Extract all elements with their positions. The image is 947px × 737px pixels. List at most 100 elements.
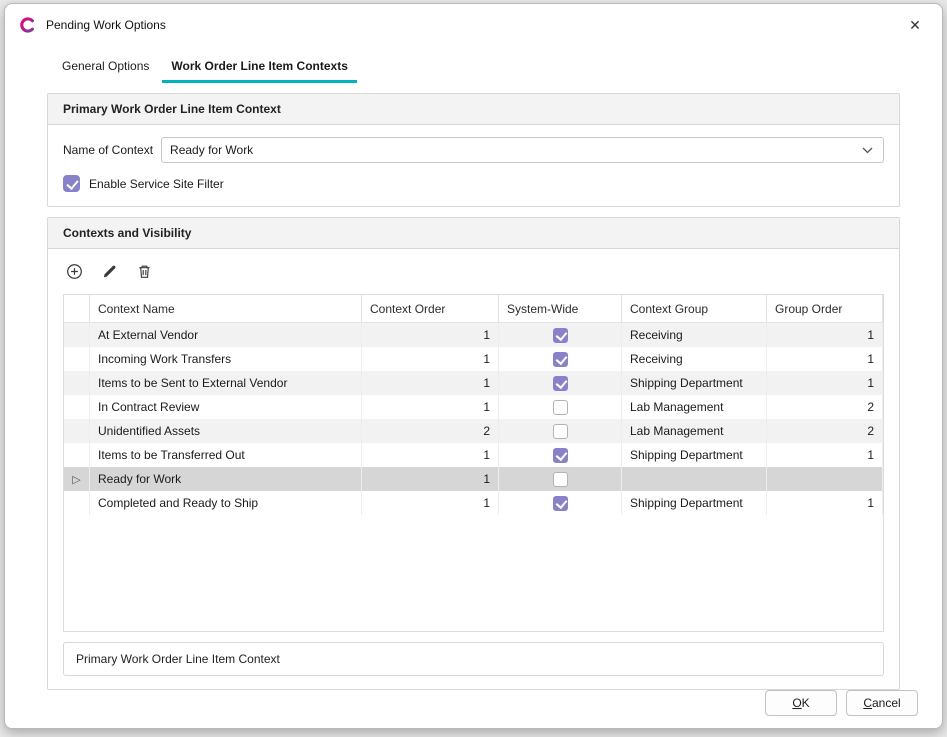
cell-context-name: Items to be Transferred Out: [90, 443, 362, 467]
row-indicator: [64, 371, 90, 395]
contexts-visibility-group: Contexts and Visibility Context Name Con…: [47, 217, 900, 690]
add-icon[interactable]: [65, 262, 83, 280]
cell-context-name: In Contract Review: [90, 395, 362, 419]
cell-system-wide: [499, 371, 622, 395]
cell-system-wide: [499, 467, 622, 491]
cell-context-order: 1: [362, 443, 499, 467]
ok-button[interactable]: OK: [765, 690, 837, 716]
contexts-toolbar: [48, 249, 899, 289]
table-header-row: Context Name Context Order System-Wide C…: [64, 295, 883, 323]
pending-work-options-dialog: Pending Work Options ✕ General Options W…: [4, 3, 943, 729]
cell-context-order: 1: [362, 371, 499, 395]
table-row[interactable]: Unidentified Assets 2 Lab Management 2: [64, 419, 883, 443]
cell-context-order: 1: [362, 491, 499, 515]
cell-system-wide: [499, 419, 622, 443]
app-logo-icon: [19, 16, 37, 34]
system-wide-checkbox[interactable]: [553, 472, 568, 487]
column-header-system-wide[interactable]: System-Wide: [499, 295, 622, 323]
cell-group-order: 1: [767, 323, 883, 347]
cell-context-name: Completed and Ready to Ship: [90, 491, 362, 515]
tab-strip: General Options Work Order Line Item Con…: [5, 46, 942, 83]
cell-context-order: 1: [362, 323, 499, 347]
cell-group-order: 2: [767, 395, 883, 419]
table-row[interactable]: Completed and Ready to Ship 1 Shipping D…: [64, 491, 883, 515]
edit-icon[interactable]: [100, 262, 118, 280]
table-row[interactable]: In Contract Review 1 Lab Management 2: [64, 395, 883, 419]
table-row[interactable]: Items to be Sent to External Vendor 1 Sh…: [64, 371, 883, 395]
cell-context-group: Lab Management: [622, 395, 767, 419]
system-wide-checkbox[interactable]: [553, 352, 568, 367]
cell-group-order: 1: [767, 443, 883, 467]
title-bar: Pending Work Options ✕: [5, 4, 942, 46]
cell-system-wide: [499, 347, 622, 371]
cell-context-group: Shipping Department: [622, 443, 767, 467]
table-row[interactable]: ▷ Ready for Work 1: [64, 467, 883, 491]
column-header-group-order[interactable]: Group Order: [767, 295, 883, 323]
enable-service-site-filter-checkbox[interactable]: [63, 175, 80, 192]
cell-group-order: 1: [767, 491, 883, 515]
cell-system-wide: [499, 443, 622, 467]
contexts-visibility-group-title: Contexts and Visibility: [48, 218, 899, 249]
system-wide-checkbox[interactable]: [553, 328, 568, 343]
cell-system-wide: [499, 323, 622, 347]
column-header-context-name[interactable]: Context Name: [90, 295, 362, 323]
column-header-context-order[interactable]: Context Order: [362, 295, 499, 323]
row-indicator: [64, 323, 90, 347]
cell-group-order: 1: [767, 371, 883, 395]
name-of-context-value: Ready for Work: [170, 143, 253, 157]
cell-context-group: [622, 467, 767, 491]
system-wide-checkbox[interactable]: [553, 376, 568, 391]
cell-context-order: 2: [362, 419, 499, 443]
row-indicator: [64, 395, 90, 419]
tab-general-options[interactable]: General Options: [53, 54, 158, 83]
cell-context-name: Ready for Work: [90, 467, 362, 491]
cell-system-wide: [499, 395, 622, 419]
contexts-table: Context Name Context Order System-Wide C…: [63, 294, 884, 632]
cell-context-group: Receiving: [622, 323, 767, 347]
cell-context-group: Lab Management: [622, 419, 767, 443]
cell-context-name: Incoming Work Transfers: [90, 347, 362, 371]
table-row[interactable]: Incoming Work Transfers 1 Receiving 1: [64, 347, 883, 371]
cell-context-name: Items to be Sent to External Vendor: [90, 371, 362, 395]
cell-context-order: 1: [362, 467, 499, 491]
cell-context-group: Receiving: [622, 347, 767, 371]
cell-system-wide: [499, 491, 622, 515]
window-title: Pending Work Options: [46, 18, 166, 32]
system-wide-checkbox[interactable]: [553, 400, 568, 415]
cell-group-order: [767, 467, 883, 491]
chevron-down-icon: [862, 147, 873, 154]
name-of-context-select[interactable]: Ready for Work: [161, 137, 884, 163]
cell-context-order: 1: [362, 395, 499, 419]
row-indicator: [64, 347, 90, 371]
cell-group-order: 1: [767, 347, 883, 371]
table-row[interactable]: At External Vendor 1 Receiving 1: [64, 323, 883, 347]
row-indicator: ▷: [64, 467, 90, 491]
system-wide-checkbox[interactable]: [553, 448, 568, 463]
cell-context-name: At External Vendor: [90, 323, 362, 347]
primary-context-group-title: Primary Work Order Line Item Context: [48, 94, 899, 125]
primary-context-group-body: Name of Context Ready for Work Enable Se…: [48, 125, 899, 206]
cell-context-name: Unidentified Assets: [90, 419, 362, 443]
enable-service-site-filter-label: Enable Service Site Filter: [89, 177, 224, 191]
delete-icon[interactable]: [135, 262, 153, 280]
system-wide-checkbox[interactable]: [553, 496, 568, 511]
row-indicator: [64, 419, 90, 443]
row-indicator: [64, 443, 90, 467]
system-wide-checkbox[interactable]: [553, 424, 568, 439]
name-of-context-label: Name of Context: [63, 143, 153, 157]
cell-context-group: Shipping Department: [622, 491, 767, 515]
row-indicator: [64, 491, 90, 515]
cell-group-order: 2: [767, 419, 883, 443]
table-row[interactable]: Items to be Transferred Out 1 Shipping D…: [64, 443, 883, 467]
cell-context-group: Shipping Department: [622, 371, 767, 395]
header-row-indicator: [64, 295, 90, 323]
context-table-body: At External Vendor 1 Receiving 1 Incomin…: [64, 323, 883, 515]
primary-context-footer-field: Primary Work Order Line Item Context: [63, 642, 884, 676]
primary-context-group: Primary Work Order Line Item Context Nam…: [47, 93, 900, 207]
dialog-button-bar: OK Cancel: [5, 690, 942, 729]
tab-work-order-line-item-contexts[interactable]: Work Order Line Item Contexts: [162, 54, 356, 83]
cancel-button[interactable]: Cancel: [846, 690, 918, 716]
close-icon[interactable]: ✕: [902, 12, 928, 38]
column-header-context-group[interactable]: Context Group: [622, 295, 767, 323]
cell-context-order: 1: [362, 347, 499, 371]
